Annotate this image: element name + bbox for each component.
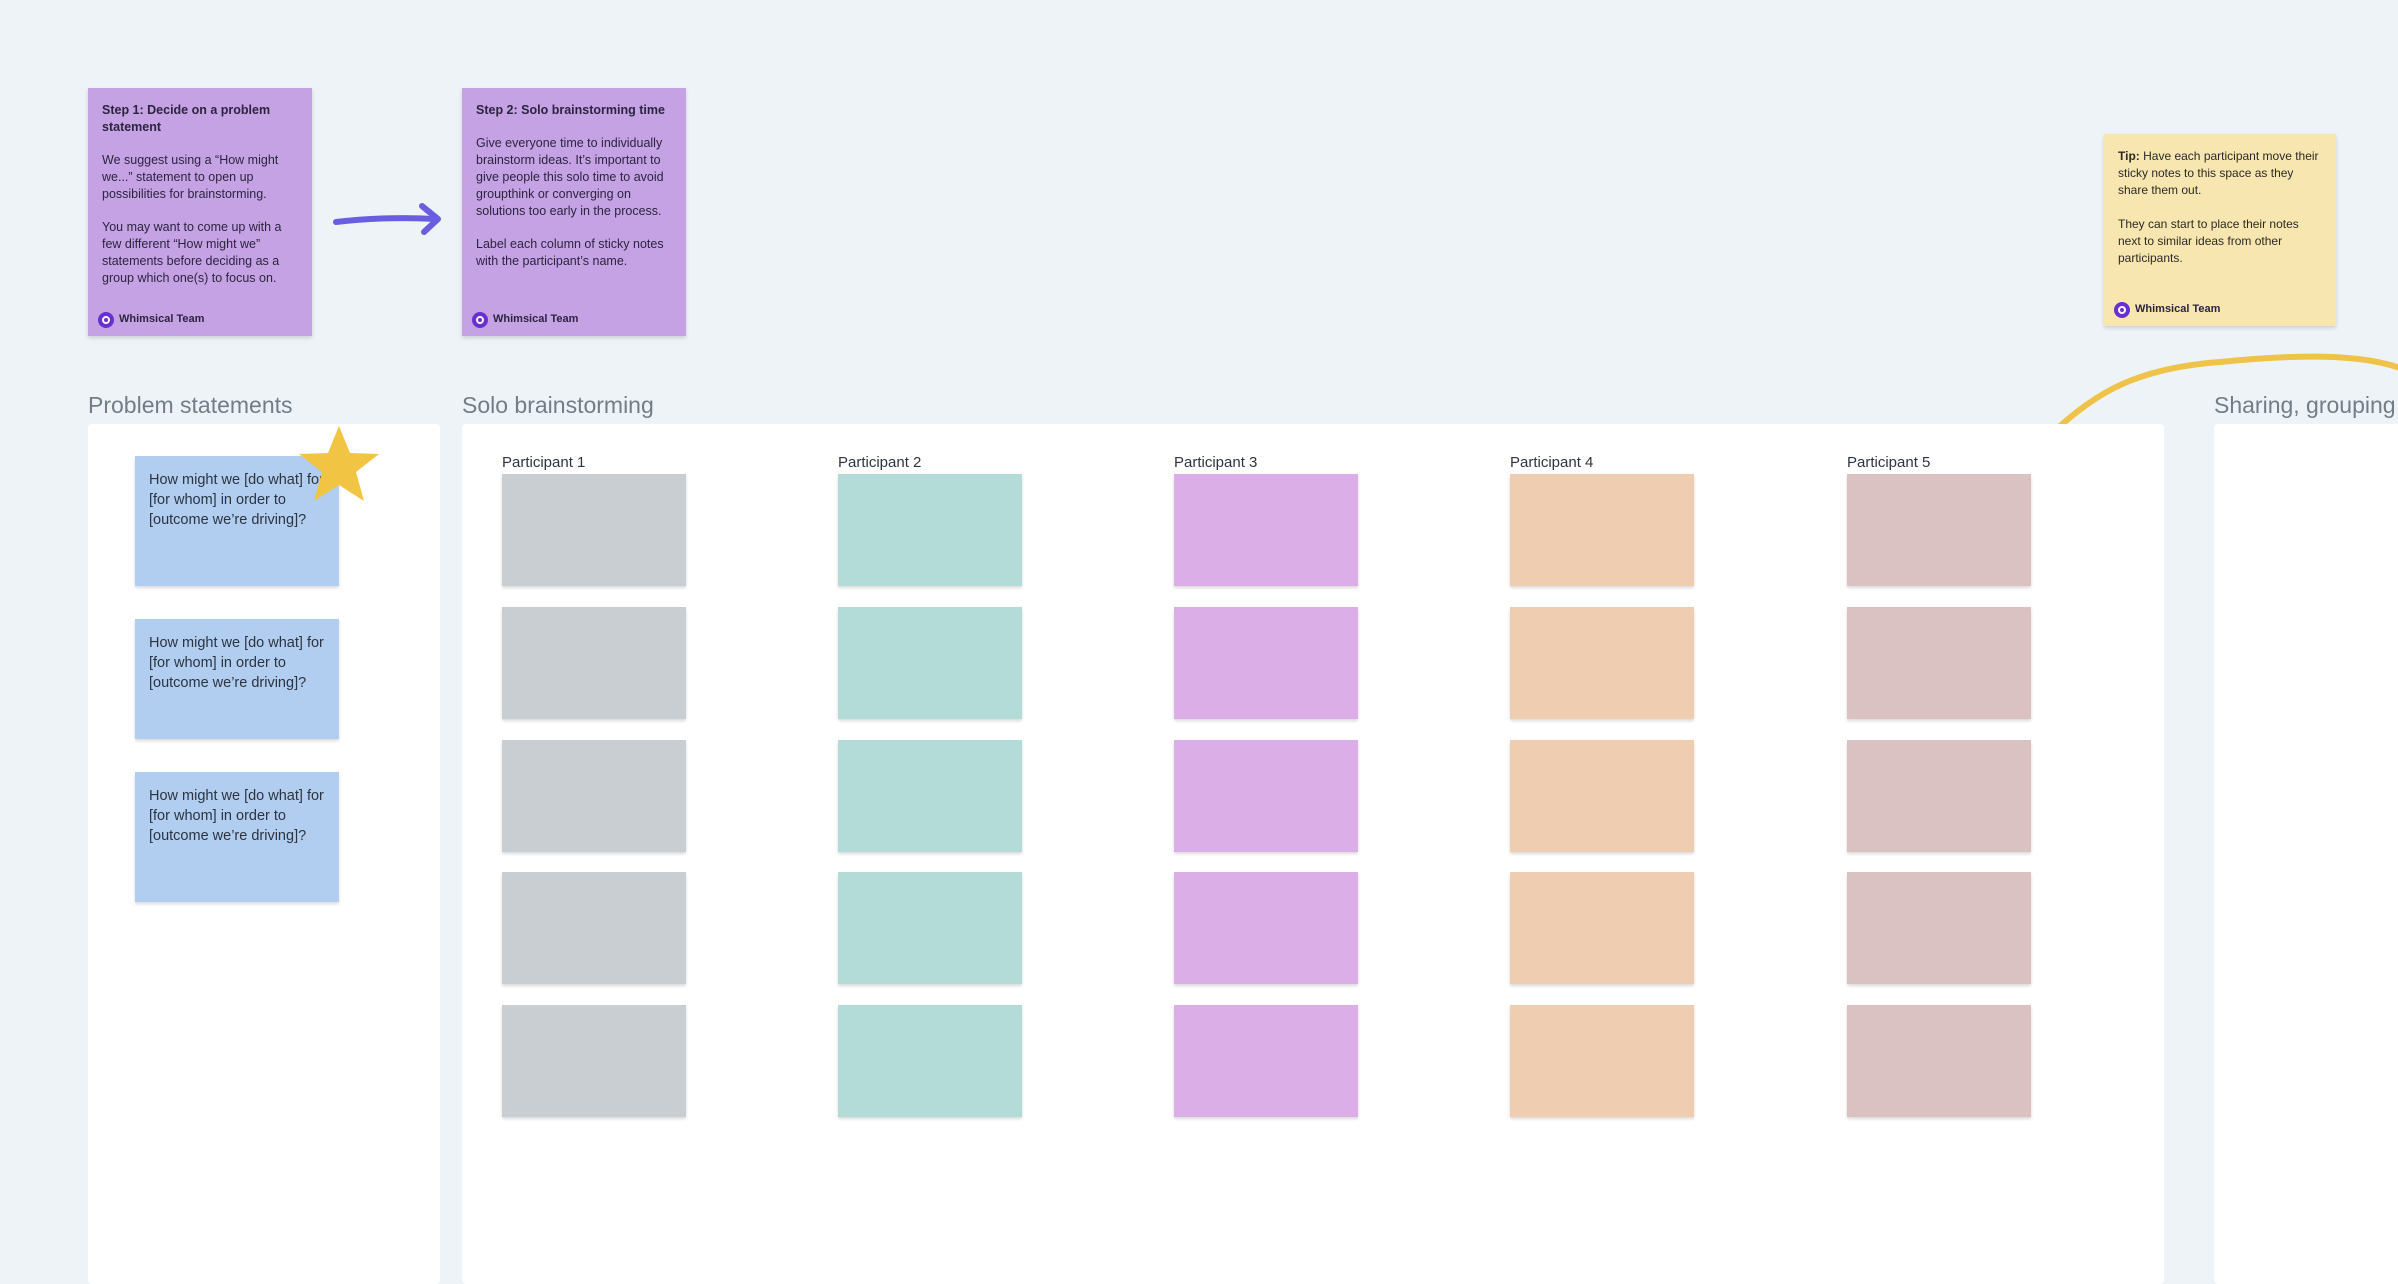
whimsical-logo-icon xyxy=(2114,301,2130,318)
tip-label: Tip: xyxy=(2118,149,2140,163)
step1-para1: We suggest using a “How might we...” sta… xyxy=(102,153,279,201)
section-title-sharing: Sharing, grouping xyxy=(2214,392,2396,418)
participant-label: Participant 4 xyxy=(1510,454,1594,471)
tip-para1-text: Have each participant move their sticky … xyxy=(2118,149,2319,197)
sticky-note[interactable] xyxy=(838,474,1022,586)
sticky-note[interactable] xyxy=(1174,474,1358,586)
problem-note[interactable]: How might we [do what] for [for whom] in… xyxy=(135,772,339,902)
sticky-note[interactable] xyxy=(1174,1005,1358,1117)
section-title-solo: Solo brainstorming xyxy=(462,392,654,418)
whimsical-logo-icon xyxy=(472,311,488,328)
sticky-note[interactable] xyxy=(502,872,686,984)
star-icon[interactable] xyxy=(296,424,382,506)
sticky-note[interactable] xyxy=(1174,740,1358,852)
participant-label: Participant 1 xyxy=(502,454,586,471)
sticky-note[interactable] xyxy=(502,474,686,586)
sticky-note[interactable] xyxy=(1510,474,1694,586)
participant-label: Participant 5 xyxy=(1847,454,1931,471)
step2-para1: Give everyone time to individually brain… xyxy=(476,136,664,218)
sticky-note[interactable] xyxy=(502,1005,686,1117)
tip-para2: They can start to place their notes next… xyxy=(2118,217,2299,265)
step2-title: Step 2: Solo brainstorming time xyxy=(476,103,665,117)
step2-para2: Label each column of sticky notes with t… xyxy=(476,237,664,268)
step1-card[interactable]: Step 1: Decide on a problem statement We… xyxy=(88,88,312,336)
tip-author: Whimsical Team xyxy=(2114,301,2220,318)
right-arrow-icon xyxy=(333,203,441,235)
section-title-problem: Problem statements xyxy=(88,392,293,418)
sharing-grouping-panel[interactable] xyxy=(2214,424,2398,1284)
sticky-note[interactable] xyxy=(1847,740,2031,852)
step2-card[interactable]: Step 2: Solo brainstorming time Give eve… xyxy=(462,88,686,336)
sticky-note[interactable] xyxy=(1847,1005,2031,1117)
step1-author: Whimsical Team xyxy=(98,311,204,328)
tip-card[interactable]: Tip: Have each participant move their st… xyxy=(2104,134,2336,326)
tip-para1: Tip: Have each participant move their st… xyxy=(2118,148,2322,199)
sticky-note[interactable] xyxy=(1174,872,1358,984)
problem-note[interactable]: How might we [do what] for [for whom] in… xyxy=(135,619,339,739)
step2-author-name: Whimsical Team xyxy=(493,313,579,325)
sticky-note[interactable] xyxy=(502,607,686,719)
sticky-note[interactable] xyxy=(838,872,1022,984)
sticky-note[interactable] xyxy=(1510,740,1694,852)
sticky-note[interactable] xyxy=(838,607,1022,719)
step2-author: Whimsical Team xyxy=(472,311,578,328)
step1-para2: You may want to come up with a few diffe… xyxy=(102,220,282,285)
sticky-note[interactable] xyxy=(1510,1005,1694,1117)
sticky-note[interactable] xyxy=(838,1005,1022,1117)
participant-label: Participant 2 xyxy=(838,454,922,471)
step1-title: Step 1: Decide on a problem statement xyxy=(102,103,271,134)
sticky-note[interactable] xyxy=(1847,872,2031,984)
step1-author-name: Whimsical Team xyxy=(119,313,205,325)
sticky-note[interactable] xyxy=(1510,872,1694,984)
sticky-note[interactable] xyxy=(1847,607,2031,719)
sticky-note[interactable] xyxy=(1510,607,1694,719)
participant-label: Participant 3 xyxy=(1174,454,1258,471)
sticky-note[interactable] xyxy=(1174,607,1358,719)
sticky-note[interactable] xyxy=(1847,474,2031,586)
tip-author-name: Whimsical Team xyxy=(2135,303,2221,315)
whimsical-logo-icon xyxy=(98,311,114,328)
sticky-note[interactable] xyxy=(502,740,686,852)
sticky-note[interactable] xyxy=(838,740,1022,852)
